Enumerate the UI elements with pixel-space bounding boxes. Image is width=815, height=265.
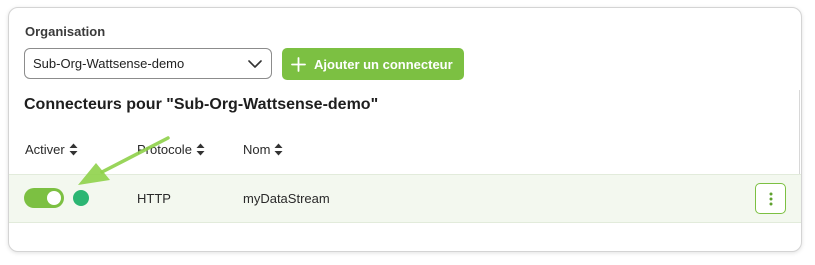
status-indicator — [73, 190, 89, 206]
organisation-select-value: Sub-Org-Wattsense-demo — [33, 56, 185, 71]
column-header-nom[interactable]: Nom — [243, 142, 283, 157]
plus-icon — [291, 56, 306, 72]
organisation-select[interactable]: Sub-Org-Wattsense-demo — [24, 48, 272, 79]
column-header-label: Protocole — [137, 142, 192, 157]
more-vertical-icon — [769, 192, 772, 205]
section-title: Connecteurs pour "Sub-Org-Wattsense-demo… — [24, 96, 379, 113]
chevron-down-icon — [248, 60, 262, 68]
add-connector-label: Ajouter un connecteur — [314, 56, 453, 72]
toggle-knob — [47, 191, 61, 205]
column-header-protocole[interactable]: Protocole — [137, 142, 205, 157]
row-actions-button[interactable] — [755, 183, 786, 214]
column-header-activer[interactable]: Activer — [25, 142, 78, 157]
column-header-label: Nom — [243, 142, 271, 157]
sort-icon — [274, 143, 283, 156]
table-row: HTTP myDataStream — [9, 174, 801, 223]
connectors-panel: Organisation Sub-Org-Wattsense-demo Ajou… — [8, 7, 802, 252]
column-header-label: Activer — [25, 142, 65, 157]
sort-icon — [196, 143, 205, 156]
organisation-label: Organisation — [25, 24, 106, 39]
protocol-cell: HTTP — [137, 191, 171, 206]
sort-icon — [69, 143, 78, 156]
enable-toggle[interactable] — [24, 188, 64, 208]
add-connector-button[interactable]: Ajouter un connecteur — [282, 48, 464, 80]
name-cell: myDataStream — [243, 191, 330, 206]
